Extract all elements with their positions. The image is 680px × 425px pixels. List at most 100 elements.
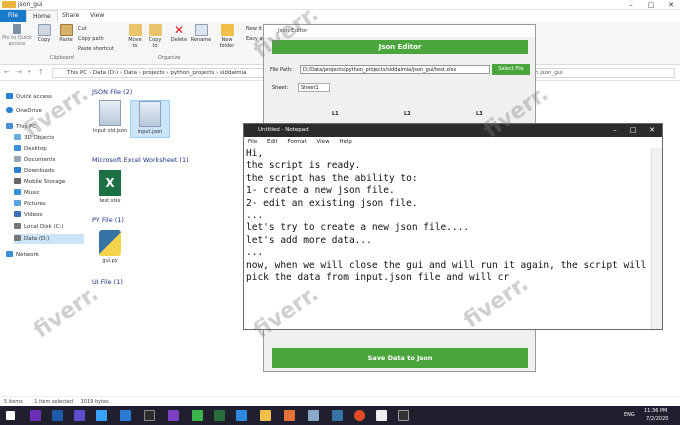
- select-file-button[interactable]: Select File: [492, 64, 530, 75]
- notepad-close-icon[interactable]: ✕: [642, 124, 662, 137]
- taskbar-app-icon[interactable]: [30, 410, 41, 421]
- file-item[interactable]: gui.py: [90, 230, 130, 264]
- copy-icon: [37, 24, 51, 36]
- maximize-icon[interactable]: □: [644, 0, 658, 10]
- breadcrumb-data-drive[interactable]: Data (D:): [93, 70, 118, 76]
- file-item-selected[interactable]: input.json: [130, 100, 170, 138]
- notepad-text-area[interactable]: Hi, the script is ready. the script has th…: [246, 148, 651, 328]
- group-py-files[interactable]: PY File (1): [92, 216, 124, 224]
- text-line: 1- create a new json file.: [246, 185, 395, 197]
- visual-studio-icon[interactable]: [168, 410, 179, 421]
- taskbar-app-icon[interactable]: [214, 410, 225, 421]
- tab-home[interactable]: Home: [26, 10, 58, 22]
- group-clipboard-label: Clipboard: [50, 55, 74, 61]
- save-data-to-json-button[interactable]: Save Data to Json: [272, 348, 528, 368]
- notepad-vertical-scrollbar[interactable]: [651, 148, 662, 329]
- taskbar-app-icon[interactable]: [376, 410, 387, 421]
- file-item[interactable]: input old.json: [90, 100, 130, 134]
- back-arrow-icon[interactable]: ←: [4, 68, 10, 76]
- nav-videos[interactable]: Videos: [14, 210, 42, 220]
- menu-format[interactable]: Format: [287, 139, 306, 145]
- taskbar-app-icon[interactable]: [74, 410, 85, 421]
- breadcrumb-this-pc[interactable]: This PC: [67, 70, 87, 76]
- nav-desktop[interactable]: Desktop: [14, 144, 47, 154]
- group-organize-label: Organize: [158, 55, 181, 61]
- taskbar-app-icon[interactable]: [144, 410, 155, 421]
- sheet-select[interactable]: Sheet1: [298, 83, 330, 92]
- nav-documents[interactable]: Documents: [14, 155, 55, 165]
- breadcrumb-siddalmia[interactable]: siddalmia: [220, 70, 247, 76]
- minimize-icon[interactable]: –: [624, 0, 638, 10]
- forward-arrow-icon[interactable]: →: [16, 68, 22, 76]
- notepad-minimize-icon[interactable]: –: [606, 124, 624, 137]
- new-folder-button[interactable]: New folder: [218, 24, 236, 49]
- clock-date[interactable]: 7/2/2020: [646, 416, 668, 422]
- breadcrumb-data[interactable]: Data: [124, 70, 137, 76]
- breadcrumb-projects[interactable]: projects: [143, 70, 165, 76]
- cut-button[interactable]: Cut: [78, 26, 87, 32]
- clock-time[interactable]: 11:36 PM: [644, 408, 667, 414]
- copy-path-button[interactable]: Copy path: [78, 36, 104, 42]
- menu-edit[interactable]: Edit: [267, 139, 278, 145]
- pin-icon: [13, 24, 21, 34]
- group-json-files[interactable]: JSON File (2): [92, 88, 132, 96]
- taskbar-app-icon[interactable]: [284, 410, 295, 421]
- status-item-count: 5 items: [4, 399, 23, 405]
- python-taskbar-icon[interactable]: [332, 410, 343, 421]
- taskbar-app-icon[interactable]: [96, 410, 107, 421]
- delete-button[interactable]: ✕ Delete: [168, 24, 190, 43]
- breadcrumb-python-projects[interactable]: python_projects: [170, 70, 214, 76]
- taskbar-app-icon[interactable]: [398, 410, 409, 421]
- notepad-title: Untitled - Notepad: [258, 127, 309, 133]
- recent-locations-chevron-icon[interactable]: ▾: [28, 69, 31, 75]
- column-header-l3: L3: [476, 111, 483, 117]
- nav-pictures[interactable]: Pictures: [14, 199, 46, 209]
- taskbar-app-icon[interactable]: [236, 410, 247, 421]
- excel-file-icon: X: [99, 170, 121, 196]
- tab-file[interactable]: File: [0, 10, 26, 22]
- copy-button[interactable]: Copy: [34, 24, 54, 43]
- nav-data-d[interactable]: Data (D:): [14, 234, 84, 244]
- quick-access-toolbar-icon[interactable]: [2, 1, 16, 8]
- easy-access-button[interactable]: Easy a: [246, 36, 262, 42]
- paste-button[interactable]: Paste: [56, 24, 76, 43]
- chrome-icon[interactable]: [354, 410, 365, 421]
- tab-view[interactable]: View: [84, 10, 110, 22]
- start-windows-icon[interactable]: [6, 411, 15, 420]
- nav-network[interactable]: Network: [6, 250, 39, 260]
- file-path-input[interactable]: D:/Data/projects/python_projects/siddalm…: [300, 65, 490, 74]
- menu-file[interactable]: File: [248, 139, 257, 145]
- nav-this-pc[interactable]: This PC: [6, 122, 36, 132]
- group-ui-files[interactable]: UI File (1): [92, 278, 123, 286]
- up-arrow-icon[interactable]: ↑: [38, 68, 44, 76]
- file-explorer-taskbar-icon[interactable]: [260, 410, 271, 421]
- copy-to-button[interactable]: Copy to: [146, 24, 164, 49]
- taskbar-app-icon[interactable]: [192, 410, 203, 421]
- notepad-taskbar-icon[interactable]: [308, 410, 319, 421]
- menu-help[interactable]: Help: [339, 139, 352, 145]
- taskbar-app-icon[interactable]: [52, 410, 63, 421]
- paste-shortcut-button[interactable]: Paste shortcut: [78, 46, 114, 52]
- nav-downloads[interactable]: Downloads: [14, 166, 54, 176]
- move-to-button[interactable]: Move to: [126, 24, 144, 49]
- search-box[interactable]: h json_gui: [520, 68, 675, 78]
- close-icon[interactable]: ✕: [664, 0, 678, 10]
- new-item-button[interactable]: New it: [246, 26, 262, 32]
- nav-quick-access[interactable]: Quick access: [6, 92, 52, 102]
- menu-view[interactable]: View: [317, 139, 330, 145]
- notepad-maximize-icon[interactable]: □: [624, 124, 642, 137]
- language-indicator[interactable]: ENG: [624, 412, 635, 418]
- file-item[interactable]: X test.xlsx: [90, 170, 130, 204]
- nav-3d-objects[interactable]: 3D Objects: [14, 133, 54, 143]
- python-file-icon: [99, 230, 121, 256]
- rename-button[interactable]: Rename: [190, 24, 212, 43]
- nav-local-disk-c[interactable]: Local Disk (C:): [14, 222, 64, 232]
- nav-music[interactable]: Music: [14, 188, 40, 198]
- tab-share[interactable]: Share: [56, 10, 85, 22]
- nav-mobile-storage[interactable]: Mobile Storage: [14, 177, 65, 187]
- taskbar-app-icon[interactable]: [120, 410, 131, 421]
- delete-x-icon: ✕: [173, 23, 185, 37]
- group-excel-files[interactable]: Microsoft Excel Worksheet (1): [92, 156, 189, 164]
- pin-quick-access-button[interactable]: Pin to Quick access: [2, 24, 32, 47]
- nav-onedrive[interactable]: OneDrive: [6, 106, 42, 116]
